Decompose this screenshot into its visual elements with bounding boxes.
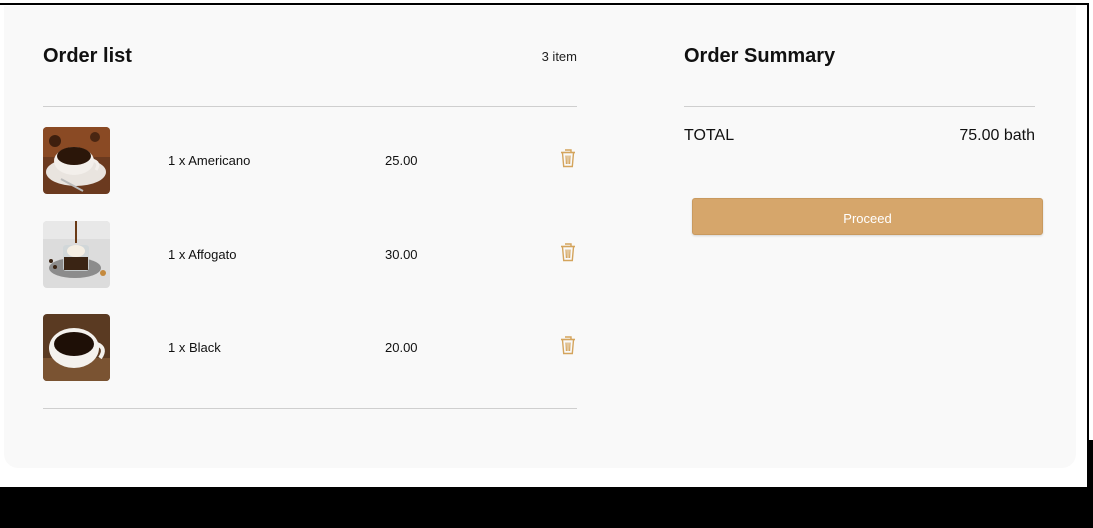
americano-coffee-image [43, 127, 110, 194]
total-label: TOTAL [684, 127, 735, 144]
item-price: 25.00 [385, 153, 418, 168]
item-name: 1 x Americano [168, 153, 251, 168]
affogato-coffee-image [43, 221, 110, 288]
order-list-title: Order list [43, 45, 132, 67]
order-summary-title: Order Summary [684, 45, 836, 67]
trash-icon[interactable] [560, 242, 576, 262]
window-right-border [1087, 3, 1089, 491]
order-summary-divider [684, 106, 1035, 107]
trash-icon[interactable] [560, 335, 576, 355]
proceed-button[interactable]: Proceed [692, 198, 1043, 235]
item-name: 1 x Black [168, 340, 221, 355]
order-item-row: 1 x Black 20.00 [43, 314, 577, 381]
window-right-border-lower [1089, 440, 1093, 490]
total-value: 75.00 bath [959, 127, 1035, 144]
item-price: 20.00 [385, 340, 418, 355]
trash-icon[interactable] [560, 148, 576, 168]
order-list-top-divider [43, 106, 577, 107]
item-name: 1 x Affogato [168, 247, 237, 262]
window-top-border [0, 3, 1089, 5]
black-coffee-image [43, 314, 110, 381]
bottom-black-area [0, 487, 1093, 528]
item-price: 30.00 [385, 247, 418, 262]
order-list-bottom-divider [43, 408, 577, 409]
page: Order list 3 item 1 x Americano 25.00 1 … [0, 0, 1093, 528]
order-item-row: 1 x Americano 25.00 [43, 127, 577, 194]
order-item-row: 1 x Affogato 30.00 [43, 221, 577, 288]
item-count: 3 item [541, 49, 577, 64]
